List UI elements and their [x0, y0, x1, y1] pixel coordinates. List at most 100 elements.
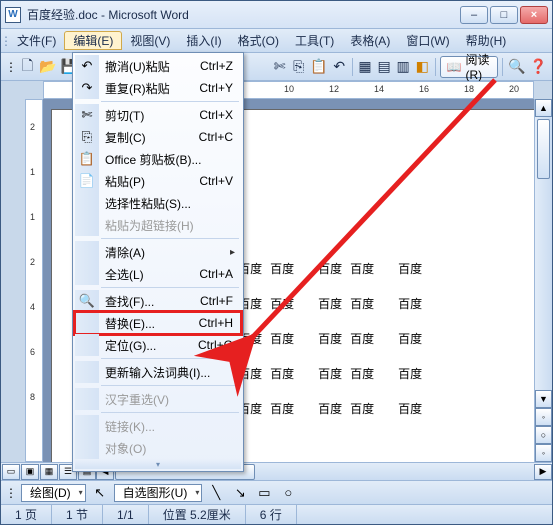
status-page-of: 1/1: [103, 505, 149, 524]
scroll-right-icon[interactable]: ▶: [534, 464, 552, 480]
menu-item[interactable]: 定位(G)...Ctrl+G: [75, 334, 241, 356]
menu-item-icon: [75, 334, 99, 356]
toolbar-separator: [352, 58, 353, 76]
zoom-icon[interactable]: 🔍: [507, 56, 526, 78]
menu-item[interactable]: 工具(T): [287, 29, 342, 52]
text-word[interactable]: 百度: [318, 260, 342, 277]
menu-item[interactable]: 帮助(H): [458, 29, 515, 52]
scroll-thumb[interactable]: [537, 119, 550, 179]
text-word[interactable]: 百度: [318, 295, 342, 312]
menu-item[interactable]: ↷重复(R)粘贴Ctrl+Y: [75, 77, 241, 99]
text-word[interactable]: 百度: [270, 400, 294, 417]
menu-item-icon: ↶: [75, 55, 99, 77]
autoshapes-menu-button[interactable]: 自选图形(U) ▾: [114, 484, 203, 502]
print-view-icon[interactable]: ▦: [40, 464, 58, 480]
vertical-scrollbar[interactable]: ▲ ▼ ◦ ○ ◦: [534, 99, 552, 462]
menu-item[interactable]: 📋Office 剪贴板(B)...: [75, 148, 241, 170]
menu-item-label: 替换(E)...: [99, 315, 199, 332]
text-word[interactable]: 百度: [350, 295, 374, 312]
menu-separator: [101, 101, 239, 102]
menu-item-icon: [75, 214, 99, 236]
copy-icon[interactable]: ⎘: [290, 56, 307, 78]
drawing-grip-icon[interactable]: ⋮: [5, 486, 17, 500]
grid-icon[interactable]: ▤: [376, 56, 393, 78]
text-word[interactable]: 百度: [398, 365, 422, 382]
text-word[interactable]: 百度: [318, 400, 342, 417]
menu-item-label: 汉字重选(V): [99, 391, 233, 408]
paste-icon[interactable]: 📋: [309, 56, 328, 78]
minimize-button[interactable]: –: [460, 6, 488, 24]
text-word[interactable]: 百度: [398, 260, 422, 277]
menu-item[interactable]: 文件(F): [9, 29, 64, 52]
menu-item-icon: [75, 192, 99, 214]
menu-item[interactable]: 清除(A)▸: [75, 241, 241, 263]
line-tool-icon[interactable]: ╲: [206, 483, 226, 503]
scroll-down-icon[interactable]: ▼: [535, 390, 552, 408]
menu-item[interactable]: 全选(L)Ctrl+A: [75, 263, 241, 285]
menu-item[interactable]: 🔍查找(F)...Ctrl+F: [75, 290, 241, 312]
menu-item[interactable]: 窗口(W): [398, 29, 457, 52]
menu-item[interactable]: 更新输入法词典(I)...: [75, 361, 241, 383]
text-word[interactable]: 百度: [270, 365, 294, 382]
menu-item[interactable]: 编辑(E): [64, 31, 122, 50]
menu-item-shortcut: Ctrl+Y: [199, 81, 241, 95]
menu-item[interactable]: 表格(A): [342, 29, 398, 52]
ruler-tick: 12: [329, 84, 339, 94]
text-word[interactable]: 百度: [350, 330, 374, 347]
status-bar: 1 页 1 节 1/1 位置 5.2厘米 6 行: [1, 504, 552, 524]
prev-page-icon[interactable]: ◦: [535, 408, 552, 426]
scroll-up-icon[interactable]: ▲: [535, 99, 552, 117]
text-word[interactable]: 百度: [270, 330, 294, 347]
menu-item[interactable]: 插入(I): [178, 29, 229, 52]
text-word[interactable]: 百度: [398, 295, 422, 312]
text-word[interactable]: 百度: [350, 400, 374, 417]
menu-item[interactable]: 视图(V): [122, 29, 178, 52]
arrow-tool-icon[interactable]: ↘: [230, 483, 250, 503]
text-word[interactable]: 百度: [398, 330, 422, 347]
menu-item[interactable]: 格式(O): [230, 29, 287, 52]
menu-item: 汉字重选(V): [75, 388, 241, 410]
select-objects-icon[interactable]: ↖: [90, 483, 110, 503]
web-view-icon[interactable]: ▣: [21, 464, 39, 480]
oval-tool-icon[interactable]: ○: [278, 483, 298, 503]
help-icon[interactable]: ❓: [529, 56, 548, 78]
text-word[interactable]: 百度: [318, 330, 342, 347]
maximize-button[interactable]: □: [490, 6, 518, 24]
read-mode-button[interactable]: 📖 阅读(R): [440, 56, 499, 78]
chevron-down-icon: ▾: [79, 488, 83, 497]
text-word[interactable]: 百度: [318, 365, 342, 382]
menu-item[interactable]: ✄剪切(T)Ctrl+X: [75, 104, 241, 126]
draw-menu-button[interactable]: 绘图(D) ▾: [21, 484, 86, 502]
menu-item[interactable]: 选择性粘贴(S)...: [75, 192, 241, 214]
toolbar-grip-icon[interactable]: ⋮: [5, 60, 17, 74]
menu-item-label: 链接(K)...: [99, 418, 233, 435]
status-section: 1 节: [52, 505, 103, 524]
next-page-icon[interactable]: ◦: [535, 444, 552, 462]
menu-item[interactable]: ⎘复制(C)Ctrl+C: [75, 126, 241, 148]
new-doc-icon[interactable]: 🗋: [19, 56, 36, 78]
expand-menu-icon[interactable]: ▾: [75, 459, 241, 469]
columns-icon[interactable]: ▥: [395, 56, 412, 78]
text-word[interactable]: 百度: [350, 260, 374, 277]
text-word[interactable]: 百度: [398, 400, 422, 417]
vertical-ruler[interactable]: 2112468: [25, 99, 43, 462]
drawing-icon[interactable]: ◧: [414, 56, 431, 78]
menu-item[interactable]: 替换(E)...Ctrl+H: [75, 312, 241, 334]
browse-object-icon[interactable]: ○: [535, 426, 552, 444]
titlebar: W 百度经验.doc - Microsoft Word – □ ×: [1, 1, 552, 29]
cut-icon[interactable]: ✄: [271, 56, 288, 78]
menu-separator: [101, 412, 239, 413]
close-button[interactable]: ×: [520, 6, 548, 24]
text-word[interactable]: 百度: [270, 260, 294, 277]
menu-item-label: 复制(C): [99, 129, 199, 146]
menu-item[interactable]: 📄粘贴(P)Ctrl+V: [75, 170, 241, 192]
normal-view-icon[interactable]: ▭: [2, 464, 20, 480]
undo-icon[interactable]: ↶: [331, 56, 348, 78]
menu-item[interactable]: ↶撤消(U)粘贴Ctrl+Z: [75, 55, 241, 77]
rectangle-tool-icon[interactable]: ▭: [254, 483, 274, 503]
menu-item-label: Office 剪贴板(B)...: [99, 151, 233, 168]
text-word[interactable]: 百度: [270, 295, 294, 312]
text-word[interactable]: 百度: [350, 365, 374, 382]
tables-icon[interactable]: ▦: [357, 56, 374, 78]
open-icon[interactable]: 📂: [38, 56, 57, 78]
